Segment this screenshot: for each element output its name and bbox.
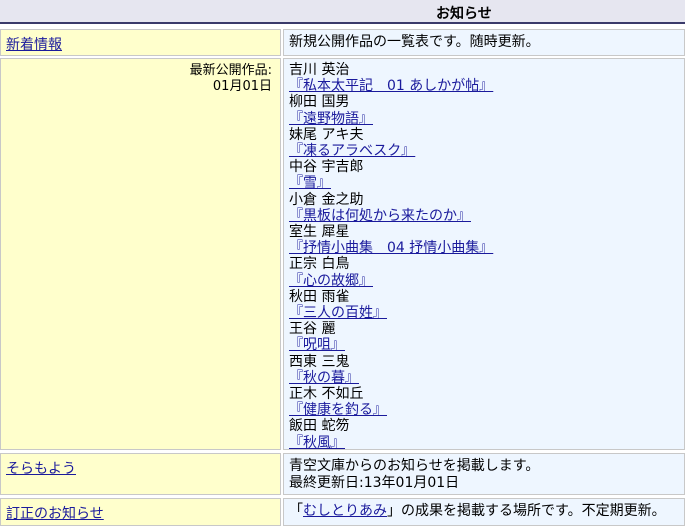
work-author: 小倉 金之助 bbox=[289, 191, 364, 208]
new-arrivals-link[interactable]: 新着情報 bbox=[6, 34, 62, 54]
mushitoriami-link[interactable]: むしとりあみ bbox=[303, 503, 387, 519]
notice-header: お知らせ bbox=[0, 0, 685, 24]
work-author: 秋田 雨雀 bbox=[289, 288, 350, 305]
header-title: お知らせ bbox=[436, 6, 492, 22]
sora-label-cell: そらもよう bbox=[0, 453, 281, 495]
errata-label-cell: 訂正のお知らせ bbox=[0, 498, 281, 526]
new-arrivals-description: 新規公開作品の一覧表です。随時更新。 bbox=[289, 34, 540, 50]
work-author: 中谷 宇吉郎 bbox=[289, 159, 364, 176]
latest-works-list: 吉川 英治 『私本太平記 01 あしかが帖』 柳田 国男 『遠野物語』 妹尾 アキ夫 『凍… bbox=[289, 62, 493, 451]
work-title-link[interactable]: 『心の故郷』 bbox=[289, 273, 373, 289]
sora-description: 青空文庫からのお知らせを掲載します。 最終更新日:13年01月01日 bbox=[289, 458, 539, 492]
latest-works-cell: 吉川 英治 『私本太平記 01 あしかが帖』 柳田 国男 『遠野物語』 妹尾 アキ夫 『凍… bbox=[283, 58, 685, 451]
new-arrivals-label-cell: 新着情報 bbox=[0, 29, 281, 56]
work-title-link[interactable]: 『遠野物語』 bbox=[289, 111, 373, 127]
work-title-link[interactable]: 『三人の百姓』 bbox=[289, 305, 387, 321]
work-author: 吉川 英治 bbox=[289, 62, 350, 78]
notice-page: お知らせ 新着情報 新規公開作品の一覧表です。随時更新。 最新公開作品: 01月… bbox=[0, 0, 685, 526]
sora-last-updated: 最終更新日:13年01月01日 bbox=[289, 475, 460, 491]
work-author: 西東 三鬼 bbox=[289, 353, 350, 370]
latest-label: 最新公開作品: 01月01日 bbox=[190, 63, 272, 95]
errata-description: 「むしとりあみ」の成果を掲載する場所です。不定期更新。 bbox=[289, 503, 666, 520]
work-title-link[interactable]: 『秋風』 bbox=[289, 435, 345, 451]
sora-link[interactable]: そらもよう bbox=[6, 458, 76, 478]
sora-desc-cell: 青空文庫からのお知らせを掲載します。 最終更新日:13年01月01日 bbox=[283, 453, 685, 495]
work-title-link[interactable]: 『凍るアラベスク』 bbox=[289, 143, 415, 159]
latest-label-line1: 最新公開作品: bbox=[189, 63, 272, 78]
work-author: 正木 不如丘 bbox=[289, 386, 364, 403]
errata-desc-cell: 「むしとりあみ」の成果を掲載する場所です。不定期更新。 bbox=[283, 498, 685, 526]
work-author: 妹尾 アキ夫 bbox=[289, 126, 364, 143]
work-title-link[interactable]: 『雪』 bbox=[289, 175, 331, 191]
new-arrivals-desc-cell: 新規公開作品の一覧表です。随時更新。 bbox=[283, 29, 685, 56]
work-title-link[interactable]: 『私本太平記 01 あしかが帖』 bbox=[289, 78, 493, 94]
latest-label-date: 01月01日 bbox=[212, 79, 272, 94]
work-author: 室生 犀星 bbox=[289, 224, 350, 241]
work-author: 飯田 蛇笏 bbox=[289, 418, 350, 435]
errata-link[interactable]: 訂正のお知らせ bbox=[6, 503, 104, 523]
work-title-link[interactable]: 『黒板は何処から来たのか』 bbox=[289, 208, 471, 224]
work-author: 正宗 白鳥 bbox=[289, 256, 350, 273]
work-title-link[interactable]: 『抒情小曲集 04 抒情小曲集』 bbox=[289, 240, 493, 256]
sora-line1: 青空文庫からのお知らせを掲載します。 bbox=[289, 458, 540, 474]
work-title-link[interactable]: 『健康を釣る』 bbox=[289, 402, 387, 418]
errata-open-bracket: 「 bbox=[289, 503, 303, 519]
work-title-link[interactable]: 『呪咀』 bbox=[289, 337, 345, 353]
work-author: 柳田 国男 bbox=[289, 94, 350, 111]
errata-rest: 」の成果を掲載する場所です。不定期更新。 bbox=[387, 503, 666, 519]
latest-label-cell: 最新公開作品: 01月01日 bbox=[0, 58, 281, 450]
work-title-link[interactable]: 『秋の暮』 bbox=[289, 370, 359, 386]
work-author: 王谷 麗 bbox=[289, 321, 336, 338]
